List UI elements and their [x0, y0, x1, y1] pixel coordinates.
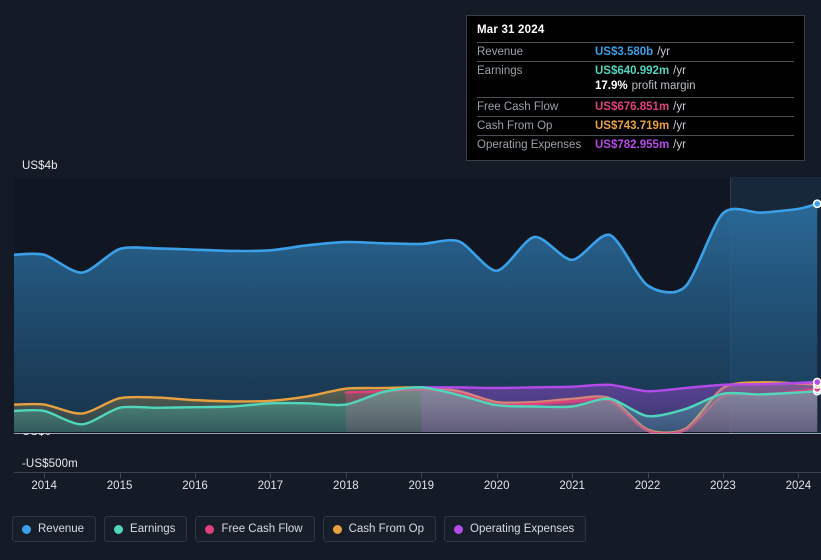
tooltip-metric-unit: /yr — [657, 46, 670, 58]
tooltip-metric-label: Operating Expenses — [477, 139, 582, 151]
tooltip-metric-label: Revenue — [477, 46, 524, 58]
tooltip-margin-value: 17.9% — [595, 80, 628, 92]
tooltip-metric-unit: /yr — [673, 120, 686, 132]
x-axis-tick — [195, 472, 196, 478]
y-axis-label-top: US$4b — [22, 160, 58, 172]
legend-item-revenue[interactable]: Revenue — [12, 516, 97, 542]
y-axis-label-bottom: -US$500m — [22, 458, 78, 470]
tooltip-metric-unit: /yr — [673, 101, 686, 113]
legend-item-earnings[interactable]: Earnings — [104, 516, 188, 542]
tooltip-row-free-cash-flow: Free Cash Flow US$676.851m/yr — [477, 97, 794, 116]
x-axis-tick — [119, 472, 121, 478]
legend-label: Earnings — [130, 523, 176, 535]
x-axis-label: 2022 — [634, 480, 661, 492]
legend-label: Revenue — [38, 523, 85, 535]
legend-item-operating-expenses[interactable]: Operating Expenses — [444, 516, 587, 542]
tooltip-row-earnings: Earnings US$640.992m/yr — [477, 61, 794, 80]
tooltip-metric-value: US$743.719m — [595, 120, 670, 132]
x-axis-label: 2015 — [106, 480, 133, 492]
x-axis-tick — [270, 472, 272, 478]
tooltip-row-cash-from-op: Cash From Op US$743.719m/yr — [477, 116, 794, 135]
x-axis-label: 2017 — [257, 480, 284, 492]
tooltip-metric-value: US$782.955m — [595, 139, 670, 151]
x-axis-label: 2020 — [483, 480, 510, 492]
x-axis-label: 2016 — [182, 480, 208, 492]
data-point-marker-revenue[interactable] — [812, 199, 821, 209]
chart-legend: Revenue Earnings Free Cash Flow Cash From O… — [12, 516, 587, 542]
x-axis-label: 2023 — [710, 480, 736, 492]
tooltip-metric-value: US$3.580b — [595, 46, 654, 58]
legend-color-dot-icon — [454, 524, 464, 534]
legend-label: Free Cash Flow — [221, 523, 303, 535]
tooltip-row-profit-margin: 17.9% profit margin — [477, 80, 794, 97]
x-axis-tick — [647, 472, 649, 478]
legend-color-dot-icon — [114, 524, 124, 534]
x-axis-label: 2014 — [31, 480, 57, 492]
tooltip-row-revenue: Revenue US$3.580b/yr — [477, 42, 794, 61]
tooltip-metric-value: US$676.851m — [595, 101, 670, 113]
chart-tooltip: Mar 31 2024 Revenue US$3.580b/yr Earnings U… — [466, 15, 805, 161]
legend-item-free-cash-flow[interactable]: Free Cash Flow — [195, 516, 315, 542]
x-axis-tick — [572, 472, 574, 478]
legend-color-dot-icon — [332, 524, 342, 534]
x-axis-label: 2021 — [559, 480, 585, 492]
tooltip-row-operating-expenses: Operating Expenses US$782.955m/yr — [477, 135, 794, 154]
tooltip-metric-unit: /yr — [673, 139, 686, 151]
chart-plot-area[interactable] — [14, 177, 821, 433]
x-axis-label: 2018 — [333, 480, 359, 492]
tooltip-margin-text: profit margin — [631, 80, 696, 92]
legend-label: Cash From Op — [348, 523, 425, 535]
legend-item-cash-from-op[interactable]: Cash From Op — [322, 516, 437, 542]
financials-chart-widget: US$4b US$0 -US$500m — [0, 0, 821, 560]
x-axis-label: 2019 — [408, 480, 435, 492]
x-axis-tick — [798, 472, 800, 478]
legend-color-dot-icon — [22, 524, 31, 534]
x-axis-tick — [44, 472, 46, 478]
x-axis-tick — [345, 472, 347, 478]
tooltip-rows: Revenue US$3.580b/yr Earnings US$640.992m/y… — [477, 42, 794, 154]
x-axis-tick — [496, 472, 498, 478]
tooltip-date: Mar 31 2024 — [477, 24, 545, 36]
x-axis-tick — [421, 472, 423, 478]
legend-label: Operating Expenses — [470, 523, 575, 535]
tooltip-metric-label: Earnings — [477, 65, 523, 77]
x-axis-label: 2024 — [785, 480, 812, 492]
tooltip-metric-label: Cash From Op — [477, 120, 553, 132]
legend-color-dot-icon — [205, 524, 215, 534]
tooltip-metric-label: Free Cash Flow — [477, 101, 559, 113]
tooltip-metric-unit: /yr — [673, 65, 686, 77]
x-axis: 2014 2015 2016 2017 2018 2019 2020 2021 2022 2023… — [14, 472, 821, 502]
chart-svg — [14, 177, 821, 433]
x-axis-tick — [722, 472, 724, 478]
data-point-marker-operating-expenses[interactable] — [812, 377, 821, 387]
tooltip-metric-value: US$640.992m — [595, 65, 670, 77]
